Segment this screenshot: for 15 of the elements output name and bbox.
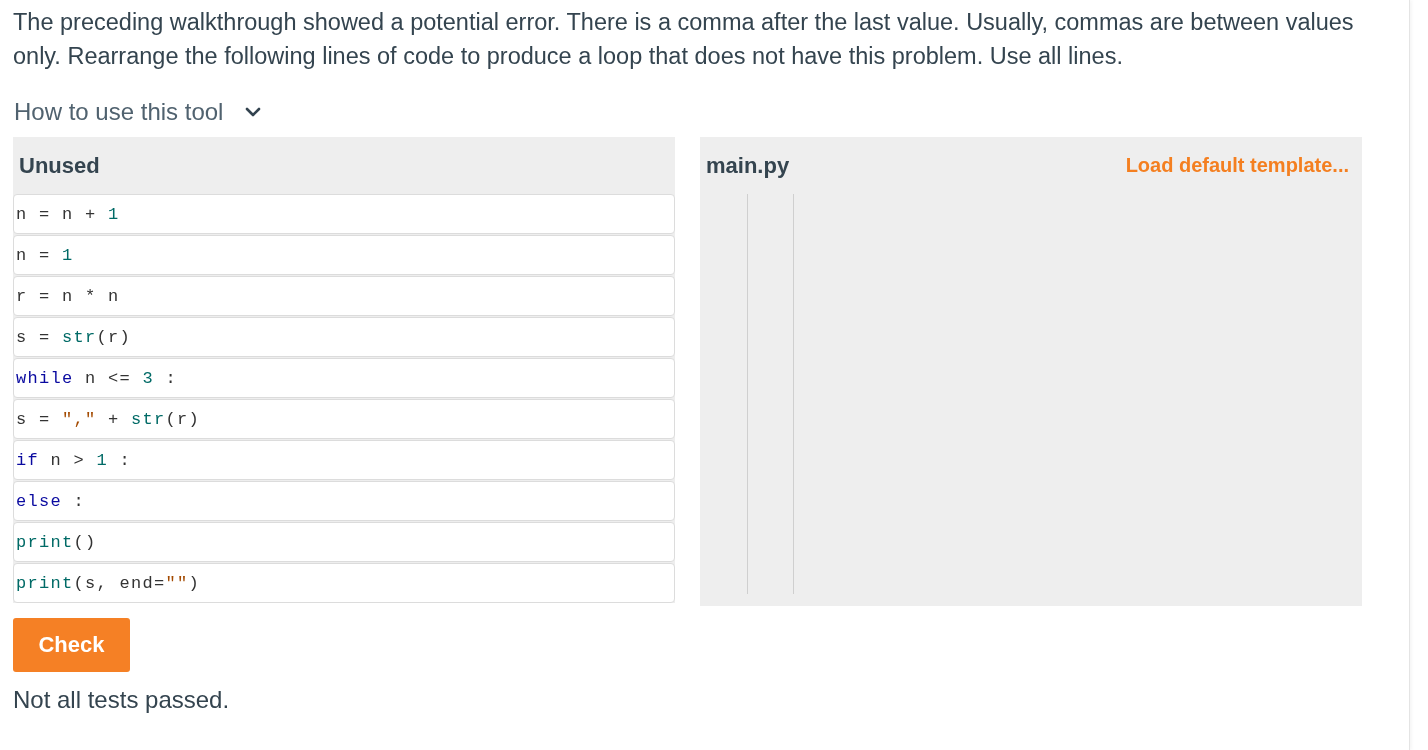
code-block[interactable]: else : — [13, 481, 675, 521]
code-block[interactable]: print() — [13, 522, 675, 562]
help-toggle[interactable]: How to use this tool — [13, 97, 264, 127]
code-block[interactable]: s = "," + str(r) — [13, 399, 675, 439]
file-name: main.py — [706, 152, 790, 179]
panel-title: Unused — [19, 152, 100, 179]
result-message: Not all tests passed. — [13, 685, 231, 715]
code-block[interactable]: s = str(r) — [13, 317, 675, 357]
code-block[interactable]: n = 1 — [13, 235, 675, 275]
code-block[interactable]: n = n + 1 — [13, 194, 675, 234]
instructions-text: The preceding walkthrough showed a potential error. There is a comma after the last value. Usually, commas are between values only. Rearrange the following lines of code to produce a loop that does not have this problem. Use all lines. — [13, 8, 1355, 71]
code-block[interactable]: while n <= 3 : — [13, 358, 675, 398]
code-block[interactable]: print(s, end="") — [13, 563, 675, 603]
code-block[interactable]: if n > 1 : — [13, 440, 675, 480]
code-block[interactable]: r = n * n — [13, 276, 675, 316]
